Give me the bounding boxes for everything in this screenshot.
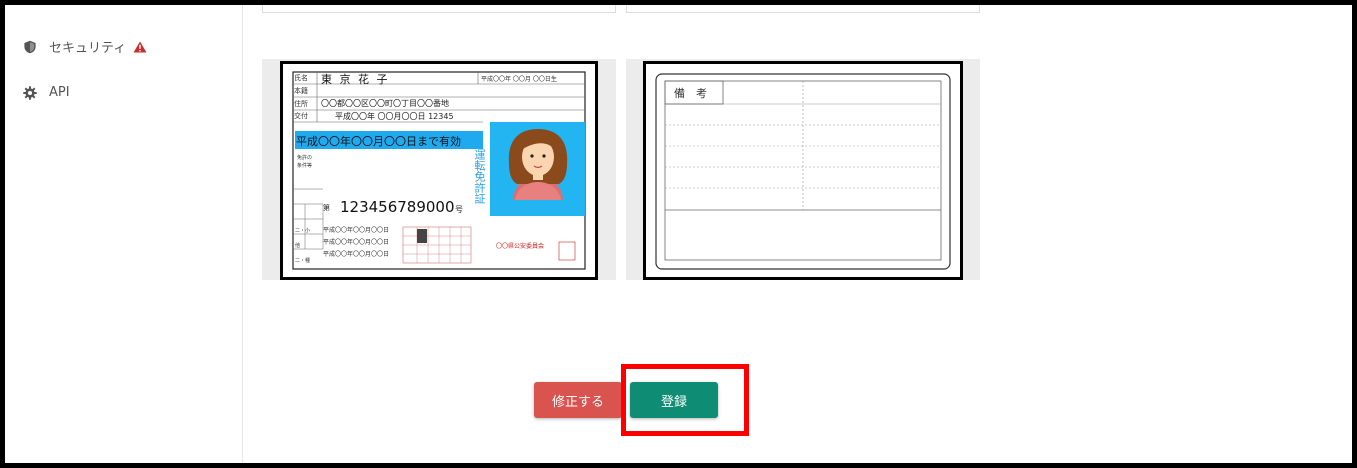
- screenshot-frame: [0, 0, 1357, 468]
